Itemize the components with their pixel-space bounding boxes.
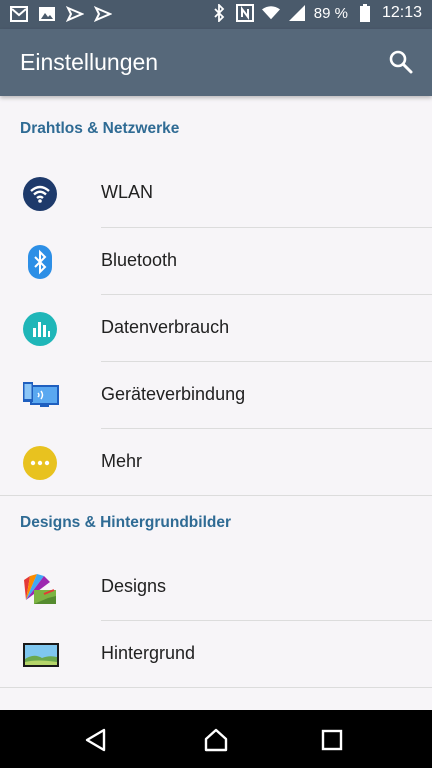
settings-item-bluetooth[interactable]: Bluetooth	[0, 228, 432, 295]
page-title: Einstellungen	[20, 49, 159, 75]
bluetooth-icon	[22, 244, 58, 280]
settings-item-device-connection[interactable]: Geräteverbindung	[0, 362, 432, 429]
section-divider	[0, 687, 432, 688]
settings-item-label: Designs	[101, 576, 167, 596]
settings-item-data-usage[interactable]: Datenverbrauch	[0, 295, 432, 362]
signal-icon	[288, 4, 306, 22]
data-usage-icon	[22, 311, 58, 347]
recents-icon[interactable]	[319, 727, 345, 753]
search-icon[interactable]	[388, 49, 414, 75]
more-icon	[22, 445, 58, 481]
section-divider	[0, 495, 432, 496]
battery-icon	[356, 4, 374, 22]
back-icon[interactable]	[83, 727, 109, 753]
themes-icon	[22, 570, 58, 606]
settings-item-label: Bluetooth	[101, 250, 178, 270]
home-icon[interactable]	[203, 727, 229, 753]
settings-item-themes[interactable]: Designs	[0, 554, 432, 621]
settings-item-wallpaper[interactable]: Hintergrund	[0, 621, 432, 688]
send-icon	[66, 5, 84, 23]
device-connection-icon	[22, 378, 59, 414]
section-header-wireless: Drahtlos & Netzwerke	[20, 120, 180, 137]
image-icon	[38, 5, 56, 23]
bluetooth-icon	[210, 4, 228, 22]
notification-icons	[10, 5, 112, 23]
settings-item-label: Geräteverbindung	[101, 384, 246, 404]
settings-list: Drahtlos & Netzwerke WLAN Bluetooth Date…	[0, 96, 432, 710]
wallpaper-icon	[22, 637, 59, 673]
clock: 12:13	[381, 4, 422, 21]
system-indicators: 89 % 12:13	[210, 4, 422, 22]
battery-percent: 89 %	[313, 4, 348, 22]
wifi-icon	[261, 4, 280, 22]
settings-item-label: WLAN	[101, 182, 154, 202]
send-icon	[94, 5, 112, 23]
section-header-themes: Designs & Hintergrundbilder	[20, 514, 231, 531]
navigation-bar	[0, 710, 432, 768]
settings-item-wlan[interactable]: WLAN	[0, 160, 432, 227]
settings-item-label: Mehr	[101, 451, 143, 471]
settings-item-label: Datenverbrauch	[101, 317, 230, 337]
status-bar: 89 % 12:13	[0, 0, 432, 29]
app-bar: Einstellungen	[0, 29, 432, 96]
settings-item-label: Hintergrund	[101, 643, 196, 663]
nfc-icon	[235, 4, 254, 22]
settings-item-more[interactable]: Mehr	[0, 429, 432, 496]
gmail-icon	[10, 5, 28, 23]
wifi-icon	[22, 176, 58, 212]
